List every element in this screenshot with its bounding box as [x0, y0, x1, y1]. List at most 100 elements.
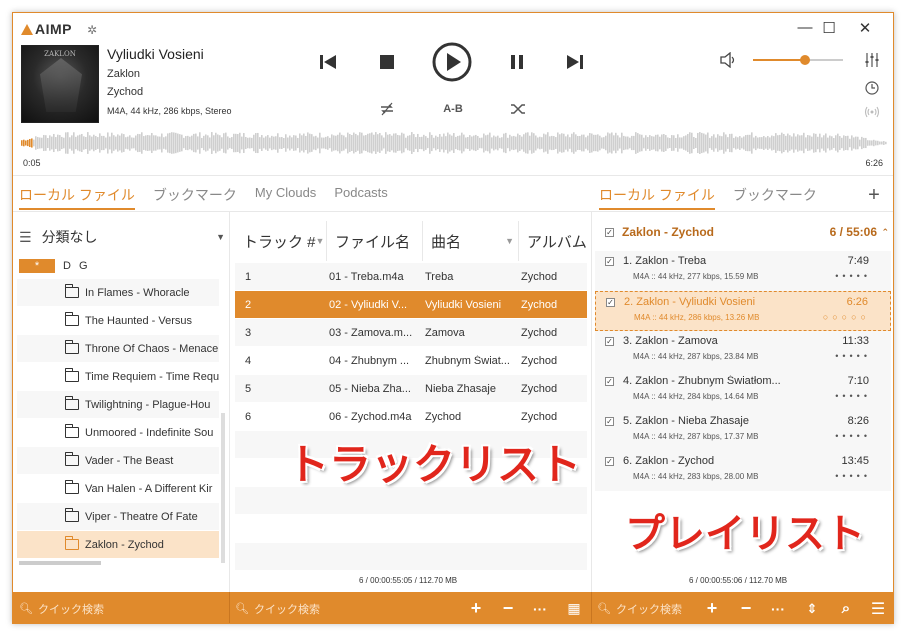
shuffle-button[interactable] — [507, 101, 529, 117]
repeat-button[interactable] — [376, 101, 398, 117]
grouping-selector[interactable]: ☰ 分類なし ▼ — [19, 226, 225, 248]
tracklist-add-button[interactable]: + — [465, 592, 487, 623]
column-file-name[interactable]: ファイル名 — [327, 221, 423, 261]
waveform-bar — [269, 137, 271, 149]
letter-filter-g[interactable]: G — [79, 260, 88, 272]
waveform-bar — [469, 135, 471, 151]
playlist-more-icon[interactable]: ··· — [767, 592, 789, 623]
rating-stars[interactable]: ••••• — [835, 471, 871, 481]
tab-bookmarks[interactable]: ブックマーク — [153, 185, 237, 210]
playlist-item[interactable]: ✓ 5. Zaklon - Nieba Zhasaje 8:26 M4A :: 44 … — [595, 411, 891, 451]
cover-title: ZAKLON — [44, 50, 76, 58]
volume-speaker-icon[interactable] — [719, 51, 739, 69]
filter-icon[interactable]: ▼ — [505, 236, 514, 246]
playlist-item-playing[interactable]: ✓ 2. Zaklon - Vyliudki Vosieni 6:26 M4A :: … — [595, 291, 891, 331]
group-checkbox[interactable]: ✓ — [605, 227, 614, 237]
tree-item[interactable]: In Flames - Whoracle — [17, 279, 219, 307]
letter-filter-d[interactable]: D — [63, 260, 71, 272]
rating-stars[interactable]: ••••• — [835, 431, 871, 441]
waveform-bar — [577, 135, 579, 151]
tracklist-remove-button[interactable]: − — [497, 592, 519, 623]
track-row[interactable]: 3 03 - Zamova.m... Zamova Zychod — [235, 319, 587, 347]
item-checkbox[interactable]: ✓ — [606, 298, 615, 307]
playlist-add-button[interactable]: + — [701, 592, 723, 623]
tree-item[interactable]: Unmoored - Indefinite Sou — [17, 419, 219, 447]
tab-playlist-bookmarks[interactable]: ブックマーク — [733, 185, 817, 210]
playlist-item[interactable]: ✓ 3. Zaklon - Zamova 11:33 M4A :: 44 kHz, 2… — [595, 331, 891, 371]
playlist-sort-icon[interactable]: ⇕ — [801, 592, 823, 623]
waveform-bar — [467, 137, 469, 149]
pause-button[interactable] — [504, 49, 530, 75]
equalizer-icon[interactable] — [863, 51, 881, 69]
waveform-bar — [65, 132, 67, 154]
column-track-number[interactable]: トラック # ▼ — [235, 221, 327, 261]
maximize-button[interactable]: ☐ — [817, 19, 841, 37]
item-checkbox[interactable]: ✓ — [605, 337, 614, 346]
tracklist-grid-view-icon[interactable]: ▦ — [563, 592, 585, 623]
filter-icon[interactable]: ▼ — [316, 236, 325, 246]
waveform-bar — [785, 135, 787, 151]
waveform-bar — [127, 136, 129, 150]
tab-my-clouds[interactable]: My Clouds — [255, 185, 316, 210]
playlist-search-icon[interactable]: ⌕ — [835, 592, 857, 623]
minimize-button[interactable]: — — [793, 19, 817, 36]
track-row[interactable]: 6 06 - Zychod.m4a Zychod Zychod — [235, 403, 587, 431]
playlist-group-header[interactable]: ✓ Zaklon - Zychod 6 / 55:06 ⌃ — [595, 221, 891, 243]
item-checkbox[interactable]: ✓ — [605, 257, 614, 266]
add-playlist-button[interactable]: + — [865, 184, 883, 206]
rating-stars[interactable]: ••••• — [835, 271, 871, 281]
playlist-remove-button[interactable]: − — [735, 592, 757, 623]
ab-repeat-button[interactable]: A-B — [441, 101, 465, 117]
tab-podcasts[interactable]: Podcasts — [334, 185, 387, 210]
settings-gear-icon[interactable]: ✲ — [87, 23, 97, 37]
tracklist-search-input[interactable]: 🔍︎ クイック検索 — [235, 592, 320, 623]
radio-broadcast-icon[interactable] — [863, 103, 881, 121]
previous-track-button[interactable] — [315, 49, 341, 75]
track-row[interactable]: 5 05 - Nieba Zha... Nieba Zhasaje Zychod — [235, 375, 587, 403]
track-row[interactable]: 4 04 - Zhubnym ... Zhubnym Świat... Zychod — [235, 347, 587, 375]
tree-item[interactable]: Viper - Theatre Of Fate — [17, 503, 219, 531]
waveform-bar — [873, 139, 875, 147]
play-button[interactable] — [431, 41, 473, 83]
playlist-item[interactable]: ✓ 1. Zaklon - Treba 7:49 M4A :: 44 kHz, 277… — [595, 251, 891, 291]
waveform-bar — [431, 134, 433, 152]
tree-horizontal-scrollbar[interactable] — [19, 561, 101, 565]
next-track-button[interactable] — [562, 49, 588, 75]
item-checkbox[interactable]: ✓ — [605, 377, 614, 386]
track-row[interactable]: 1 01 - Treba.m4a Treba Zychod — [235, 263, 587, 291]
tree-item[interactable]: Twilightning - Plague-Hou — [17, 391, 219, 419]
tree-item[interactable]: Van Halen - A Different Kir — [17, 475, 219, 503]
column-title[interactable]: 曲名 ▼ — [423, 221, 519, 261]
tree-search-input[interactable]: 🔍︎ クイック検索 — [19, 592, 104, 623]
column-album[interactable]: アルバム▼ — [519, 221, 587, 261]
item-checkbox[interactable]: ✓ — [605, 457, 614, 466]
now-playing-artist: Zychod — [107, 86, 144, 98]
stop-button[interactable] — [374, 49, 400, 75]
track-row-selected[interactable]: 2 02 - Vyliudki V... Vyliudki Vosieni Zycho… — [235, 291, 587, 319]
item-checkbox[interactable]: ✓ — [605, 417, 614, 426]
waveform-bar — [855, 136, 857, 150]
playlist-search-input[interactable]: 🔍︎ クイック検索 — [597, 592, 682, 623]
scheduler-clock-icon[interactable] — [863, 79, 881, 97]
rating-stars[interactable]: ••••• — [835, 351, 871, 361]
collapse-icon[interactable]: ⌃ — [881, 227, 889, 238]
close-button[interactable]: ✕ — [853, 19, 877, 37]
tree-item[interactable]: Time Requiem - Time Requ — [17, 363, 219, 391]
tab-local-files[interactable]: ローカル ファイル — [19, 185, 135, 210]
tree-item[interactable]: Vader - The Beast — [17, 447, 219, 475]
tree-item[interactable]: Throne Of Chaos - Menace — [17, 335, 219, 363]
tree-item[interactable]: The Haunted - Versus — [17, 307, 219, 335]
rating-stars[interactable]: ○○○○○ — [823, 312, 870, 322]
playlist-menu-icon[interactable]: ☰ — [867, 592, 889, 623]
tracklist-more-icon[interactable]: ··· — [529, 592, 551, 623]
volume-knob[interactable] — [800, 55, 811, 65]
letter-filter-all[interactable]: * — [19, 259, 55, 273]
playlist-item[interactable]: ✓ 4. Zaklon - Zhubnym Światłom... 7:10 M4A … — [595, 371, 891, 411]
waveform-seekbar[interactable] — [21, 131, 887, 155]
tree-vertical-scrollbar[interactable] — [221, 413, 225, 563]
tab-playlist-local-files[interactable]: ローカル ファイル — [599, 185, 715, 210]
volume-slider[interactable] — [753, 55, 843, 65]
tree-item-selected[interactable]: Zaklon - Zychod — [17, 531, 219, 559]
rating-stars[interactable]: ••••• — [835, 391, 871, 401]
playlist-item[interactable]: ✓ 6. Zaklon - Zychod 13:45 M4A :: 44 kHz, 2… — [595, 451, 891, 491]
